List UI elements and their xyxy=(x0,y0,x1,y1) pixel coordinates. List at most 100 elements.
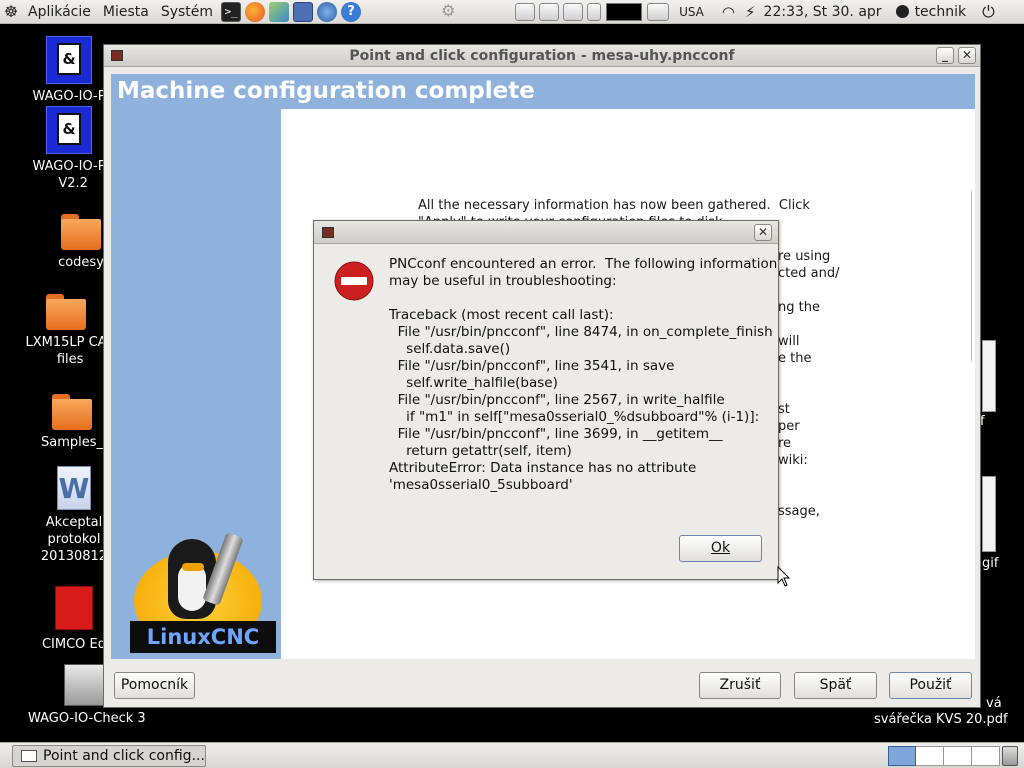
desktop-icon-label: Samples_ xyxy=(40,435,104,450)
desktop-icon-lxm15lp[interactable]: LXM15LP CA files xyxy=(24,294,108,368)
content-text-fragment: wiki: xyxy=(778,453,808,468)
dialog-close-button[interactable]: ✕ xyxy=(754,224,772,241)
help-icon[interactable]: ? xyxy=(341,1,362,22)
app-icon[interactable] xyxy=(322,227,334,238)
desktop-icon-wago-io-p-v22[interactable]: & WAGO-IO-P V2.2 xyxy=(30,106,108,192)
firefox-icon[interactable] xyxy=(245,1,266,22)
ok-button[interactable]: Ok xyxy=(679,535,762,562)
drive-icon[interactable] xyxy=(563,2,584,21)
folder-icon xyxy=(52,394,92,430)
content-text-fragment: cted and/ xyxy=(778,266,840,281)
mouse-cursor-icon xyxy=(777,566,791,587)
desktop-file-icon[interactable] xyxy=(982,476,996,552)
wifi-icon[interactable]: ◠ xyxy=(722,3,735,21)
configuration-icon[interactable] xyxy=(293,1,314,22)
taskbar-window-button[interactable]: Point and click config... xyxy=(12,745,206,767)
dialog-titlebar[interactable]: ✕ xyxy=(314,221,778,244)
workspace-3[interactable] xyxy=(944,746,972,766)
content-text-fragment: per xyxy=(778,419,800,434)
desktop-icon-label: WAGO-IO-P V2.2 xyxy=(32,159,106,191)
window-titlebar[interactable]: Point and click configuration - mesa-uhy… xyxy=(104,45,980,67)
cimco-app-icon xyxy=(55,586,93,630)
clock[interactable]: 22:33, St 30. apr xyxy=(764,4,882,20)
folder-icon xyxy=(61,214,101,250)
menu-applications[interactable]: Aplikácie xyxy=(22,0,97,24)
desktop-icon-samples[interactable]: Samples_ xyxy=(36,394,108,451)
menu-places[interactable]: Miesta xyxy=(97,0,155,24)
desktop-icon-label: LXM15LP CA files xyxy=(25,335,107,367)
workspace-switcher xyxy=(513,2,671,21)
trash-icon[interactable] xyxy=(1002,746,1018,766)
desktop-icon-label: vá xyxy=(986,696,1002,711)
desktop-icon-label: Akceptal protokol 20130812 xyxy=(40,515,108,564)
bottom-panel: Point and click config... xyxy=(0,742,1024,768)
workspace-2[interactable] xyxy=(916,746,944,766)
apply-button-label: Použiť xyxy=(909,677,952,693)
desktop-icon-label: codesy xyxy=(58,255,104,270)
text-editor-icon[interactable] xyxy=(269,1,290,22)
back-button[interactable]: Späť xyxy=(794,672,877,699)
content-text-fragment: ssage, xyxy=(778,504,820,519)
ok-button-label: Ok xyxy=(710,540,731,556)
window-title: Point and click configuration - mesa-uhy… xyxy=(349,48,735,64)
user-status-icon[interactable] xyxy=(895,5,909,18)
user-name[interactable]: technik xyxy=(915,4,967,20)
taskbar-window-label: Point and click config... xyxy=(43,748,205,764)
workspace-4[interactable] xyxy=(972,746,1000,766)
linuxcnc-logo: LinuxCNC xyxy=(130,529,276,655)
back-button-label: Späť xyxy=(819,677,852,693)
cancel-button-label: Zrušiť xyxy=(719,677,761,693)
page-title: Machine configuration complete xyxy=(111,74,975,109)
thunderbird-icon[interactable] xyxy=(317,1,338,22)
desktop-file-icon[interactable] xyxy=(982,340,996,412)
content-text-line: All the necessary information has now be… xyxy=(418,198,810,213)
help-button-label: Pomocník xyxy=(120,677,189,693)
ubuntu-logo-icon[interactable]: ☸ xyxy=(0,0,22,24)
desktop-icon-codesys[interactable]: codesy xyxy=(55,214,107,271)
desktop-icon-label: gif xyxy=(982,556,999,571)
keyboard-layout-indicator[interactable]: USA xyxy=(679,5,704,19)
minimize-button[interactable]: _ xyxy=(936,47,954,64)
desktop-icon-label: CIMCO Ed xyxy=(41,637,107,652)
close-button[interactable]: ✕ xyxy=(958,47,976,64)
content-text-fragment: st xyxy=(778,402,790,417)
logo-text: LinuxCNC xyxy=(130,621,276,653)
error-dialog: ✕ PNCconf encountered an error. The foll… xyxy=(313,220,779,580)
power-bolt-icon[interactable]: ⚡ xyxy=(745,3,756,21)
content-text-fragment: ng the xyxy=(778,300,820,315)
desktop-icon-label: WAGO-IO-Check 3 xyxy=(28,711,146,726)
workspace-active[interactable] xyxy=(606,2,643,21)
cancel-button[interactable]: Zrušiť xyxy=(699,672,781,699)
menu-system[interactable]: Systém xyxy=(155,0,219,24)
workspace-switcher-bottom xyxy=(888,746,1000,766)
content-text-fragment: will xyxy=(778,334,800,349)
content-text-fragment: e the xyxy=(778,351,812,366)
shutdown-icon[interactable]: ⏻ xyxy=(982,2,995,22)
help-button[interactable]: Pomocník xyxy=(114,672,195,699)
content-text-fragment: re xyxy=(778,436,792,451)
wago-file-icon: & xyxy=(46,36,92,84)
desktop-icon-cimco-edit[interactable]: CIMCO Ed xyxy=(40,586,108,653)
system-monitor-icon[interactable]: ⚙ xyxy=(441,1,467,23)
content-scrollbar-edge xyxy=(971,191,975,361)
word-document-icon: W xyxy=(57,466,91,510)
wago-check-icon xyxy=(64,664,104,706)
content-text-fragment: re using xyxy=(778,249,831,264)
error-icon xyxy=(334,261,374,301)
window-list-icon xyxy=(21,750,37,762)
folder-icon xyxy=(46,294,86,330)
workspace-1[interactable] xyxy=(888,746,916,766)
usb-drive-icon[interactable] xyxy=(587,2,602,21)
apply-button[interactable]: Použiť xyxy=(889,672,972,699)
terminal-icon[interactable]: >_ xyxy=(221,1,242,22)
top-panel: ☸ Aplikácie Miesta Systém >_ ? ⚙ USA ◠ ⚡… xyxy=(0,0,1024,24)
app-icon[interactable] xyxy=(111,50,123,61)
error-message: PNCconf encountered an error. The follow… xyxy=(389,256,778,493)
desktop-icon-akceptacny-protokol[interactable]: W Akceptal protokol 20130812 xyxy=(40,466,108,565)
wago-file-icon: & xyxy=(46,106,92,154)
drive-icon[interactable] xyxy=(515,2,536,21)
resize-icon[interactable] xyxy=(647,2,670,21)
sidebar: LinuxCNC xyxy=(111,109,281,659)
drive-icon[interactable] xyxy=(539,2,560,21)
desktop-icon-label: svářečka KVS 20.pdf xyxy=(874,712,1008,727)
